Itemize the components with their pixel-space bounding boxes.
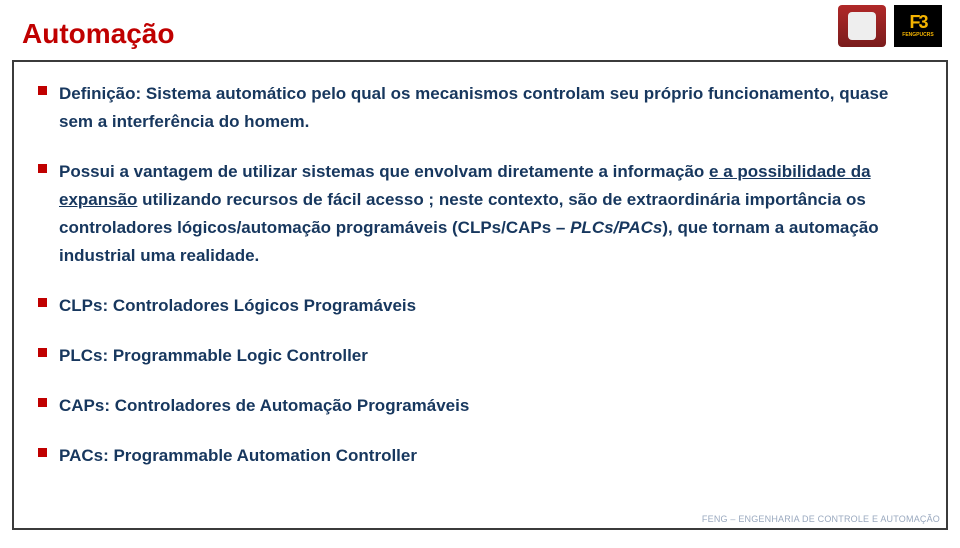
- bullet-text: Definição: Sistema automático pelo qual …: [59, 80, 922, 136]
- bullet-square-icon: [38, 298, 47, 307]
- bullet-item: Possui a vantagem de utilizar sistemas q…: [38, 158, 922, 270]
- footer-text: FENG – ENGENHARIA DE CONTROLE E AUTOMAÇÃ…: [702, 514, 940, 524]
- page-title: Automação: [22, 18, 174, 50]
- bullet-square-icon: [38, 448, 47, 457]
- bullet-text: PLCs: Programmable Logic Controller: [59, 342, 368, 370]
- bullet-text: PACs: Programmable Automation Controller: [59, 442, 417, 470]
- bullet-square-icon: [38, 398, 47, 407]
- logo-area: F3 FENGPUCRS: [838, 5, 942, 47]
- logo-text-sub: FENGPUCRS: [902, 33, 933, 39]
- bullet-text: Possui a vantagem de utilizar sistemas q…: [59, 158, 922, 270]
- bullet-square-icon: [38, 86, 47, 95]
- crest-icon: [838, 5, 886, 47]
- bullet-square-icon: [38, 164, 47, 173]
- bullet-square-icon: [38, 348, 47, 357]
- bullet-item: PLCs: Programmable Logic Controller: [38, 342, 922, 370]
- feng-logo-icon: F3 FENGPUCRS: [894, 5, 942, 47]
- logo-text-main: F3: [909, 13, 926, 33]
- bullet-item: Definição: Sistema automático pelo qual …: [38, 80, 922, 136]
- bullet-text: CAPs: Controladores de Automação Program…: [59, 392, 469, 420]
- bullet-list: Definição: Sistema automático pelo qual …: [38, 80, 922, 470]
- content-frame: Definição: Sistema automático pelo qual …: [12, 60, 948, 530]
- bullet-item: CLPs: Controladores Lógicos Programáveis: [38, 292, 922, 320]
- bullet-text: CLPs: Controladores Lógicos Programáveis: [59, 292, 416, 320]
- bullet-item: PACs: Programmable Automation Controller: [38, 442, 922, 470]
- bullet-item: CAPs: Controladores de Automação Program…: [38, 392, 922, 420]
